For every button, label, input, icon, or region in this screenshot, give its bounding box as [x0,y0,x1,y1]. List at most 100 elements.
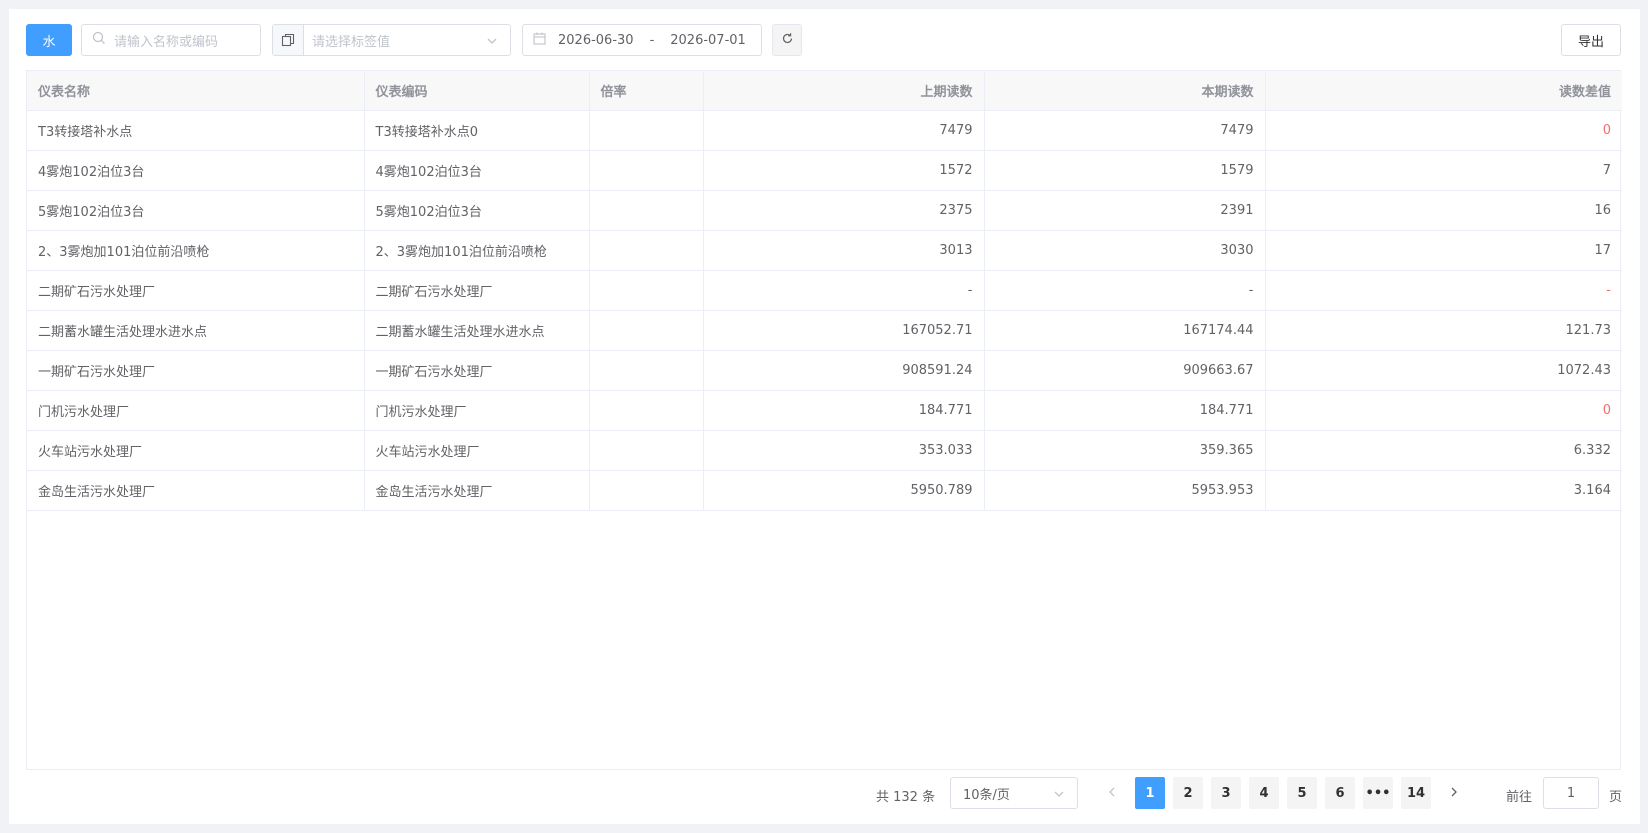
cell-prev-reading: 184.771 [703,390,985,431]
cell-meter-code: 2、3雾炮加101泊位前沿喷枪 [364,230,590,271]
cell-rate [589,470,704,511]
chevron-down-icon [1053,788,1065,804]
pagination: 共 132 条 10条/页 1 2 3 4 5 6 ••• 14 前往 1 页 [9,777,1640,811]
table-row[interactable]: 二期矿石污水处理厂 二期矿石污水处理厂 - - - [27,270,1622,311]
export-button[interactable]: 导出 [1561,24,1621,56]
goto-page-input[interactable]: 1 [1543,777,1599,809]
cell-meter-name: 一期矿石污水处理厂 [27,350,365,391]
cell-curr-reading: 184.771 [984,390,1266,431]
calendar-icon [533,32,546,49]
goto-label: 前往 [1506,790,1533,805]
page-size-select[interactable]: 10条/页 [950,777,1078,809]
cell-meter-name: 门机污水处理厂 [27,390,365,431]
cell-meter-name: 4雾炮102泊位3台 [27,150,365,191]
cell-reading-diff: 7 [1265,150,1622,191]
page-3[interactable]: 3 [1211,777,1241,809]
cell-rate [589,230,704,271]
page-4[interactable]: 4 [1249,777,1279,809]
prev-page-button[interactable] [1097,777,1127,809]
cell-reading-diff: 0 [1265,110,1622,151]
cell-prev-reading: - [703,270,985,311]
cell-prev-reading: 1572 [703,150,985,191]
page-ellipsis[interactable]: ••• [1363,777,1393,809]
cell-meter-name: 金岛生活污水处理厂 [27,470,365,511]
cell-meter-code: 4雾炮102泊位3台 [364,150,590,191]
tag-select[interactable]: 请选择标签值 [272,24,511,56]
date-separator: - [649,32,655,48]
cell-meter-code: T3转接塔补水点0 [364,110,590,151]
goto-page-value: 1 [1566,785,1576,801]
cell-reading-diff: 121.73 [1265,310,1622,351]
cell-reading-diff: - [1265,270,1622,311]
cell-rate [589,390,704,431]
cell-meter-name: 5雾炮102泊位3台 [27,190,365,231]
page-5[interactable]: 5 [1287,777,1317,809]
cell-curr-reading: 909663.67 [984,350,1266,391]
cell-meter-code: 二期矿石污水处理厂 [364,270,590,311]
page-1[interactable]: 1 [1135,777,1165,809]
cell-prev-reading: 353.033 [703,430,985,471]
cell-reading-diff: 16 [1265,190,1622,231]
table-header-row: 仪表名称 仪表编码 倍率 上期读数 本期读数 读数差值 [27,71,1622,111]
table-row[interactable]: 二期蓄水罐生活处理水进水点 二期蓄水罐生活处理水进水点 167052.71 16717… [27,310,1622,351]
cell-meter-code: 金岛生活污水处理厂 [364,470,590,511]
chevron-right-icon [1449,786,1459,801]
table-row[interactable]: 一期矿石污水处理厂 一期矿石污水处理厂 908591.24 909663.67 1072… [27,350,1622,391]
cell-curr-reading: - [984,270,1266,311]
cell-prev-reading: 908591.24 [703,350,985,391]
cell-reading-diff: 3.164 [1265,470,1622,511]
table-row[interactable]: 4雾炮102泊位3台 4雾炮102泊位3台 1572 1579 7 [27,150,1622,191]
search-input[interactable]: 请输入名称或编码 [81,24,261,56]
date-start[interactable]: 2026-06-30 [558,33,634,48]
next-page-button[interactable] [1439,777,1469,809]
page-6[interactable]: 6 [1325,777,1355,809]
cell-prev-reading: 5950.789 [703,470,985,511]
cell-reading-diff: 17 [1265,230,1622,271]
date-end[interactable]: 2026-07-01 [670,33,746,48]
page-size-value: 10条/页 [963,787,1010,803]
page-14[interactable]: 14 [1401,777,1431,809]
table-row[interactable]: 金岛生活污水处理厂 金岛生活污水处理厂 5950.789 5953.953 3.164 [27,470,1622,511]
meter-reading-table: 仪表名称 仪表编码 倍率 上期读数 本期读数 读数差值 T3转接塔补水点 T3转接… [26,70,1622,770]
cell-reading-diff: 1072.43 [1265,350,1622,391]
page-suffix: 页 [1609,790,1623,805]
header-prev-reading: 上期读数 [703,71,985,111]
cell-reading-diff: 6.332 [1265,430,1622,471]
table-row[interactable]: 2、3雾炮加101泊位前沿喷枪 2、3雾炮加101泊位前沿喷枪 3013 3030 17 [27,230,1622,271]
header-meter-code: 仪表编码 [364,71,590,111]
cell-prev-reading: 7479 [703,110,985,151]
cell-rate [589,350,704,391]
cell-meter-code: 5雾炮102泊位3台 [364,190,590,231]
cell-rate [589,270,704,311]
cell-meter-code: 一期矿石污水处理厂 [364,350,590,391]
cell-meter-name: T3转接塔补水点 [27,110,365,151]
cell-curr-reading: 3030 [984,230,1266,271]
cell-meter-code: 二期蓄水罐生活处理水进水点 [364,310,590,351]
cell-curr-reading: 7479 [984,110,1266,151]
cell-rate [589,190,704,231]
refresh-button[interactable] [772,24,802,56]
cell-prev-reading: 167052.71 [703,310,985,351]
header-curr-reading: 本期读数 [984,71,1266,111]
cell-rate [589,150,704,191]
cell-meter-name: 2、3雾炮加101泊位前沿喷枪 [27,230,365,271]
cell-curr-reading: 359.365 [984,430,1266,471]
cell-meter-code: 门机污水处理厂 [364,390,590,431]
cell-curr-reading: 5953.953 [984,470,1266,511]
refresh-icon [781,32,794,49]
chevron-left-icon [1107,786,1117,801]
date-range-picker[interactable]: 2026-06-30 - 2026-07-01 [522,24,762,56]
cell-meter-name: 二期矿石污水处理厂 [27,270,365,311]
cell-meter-code: 火车站污水处理厂 [364,430,590,471]
water-type-button[interactable]: 水 [26,24,72,56]
cell-curr-reading: 167174.44 [984,310,1266,351]
chevron-down-icon [486,35,498,51]
table-row[interactable]: 门机污水处理厂 门机污水处理厂 184.771 184.771 0 [27,390,1622,431]
page-2[interactable]: 2 [1173,777,1203,809]
main-panel: 水 请输入名称或编码 请选择标签值 2026-06-30 - 2026-07-0… [9,9,1640,824]
table-row[interactable]: T3转接塔补水点 T3转接塔补水点0 7479 7479 0 [27,110,1622,151]
table-row[interactable]: 火车站污水处理厂 火车站污水处理厂 353.033 359.365 6.332 [27,430,1622,471]
cell-curr-reading: 2391 [984,190,1266,231]
table-row[interactable]: 5雾炮102泊位3台 5雾炮102泊位3台 2375 2391 16 [27,190,1622,231]
header-meter-name: 仪表名称 [27,71,365,111]
